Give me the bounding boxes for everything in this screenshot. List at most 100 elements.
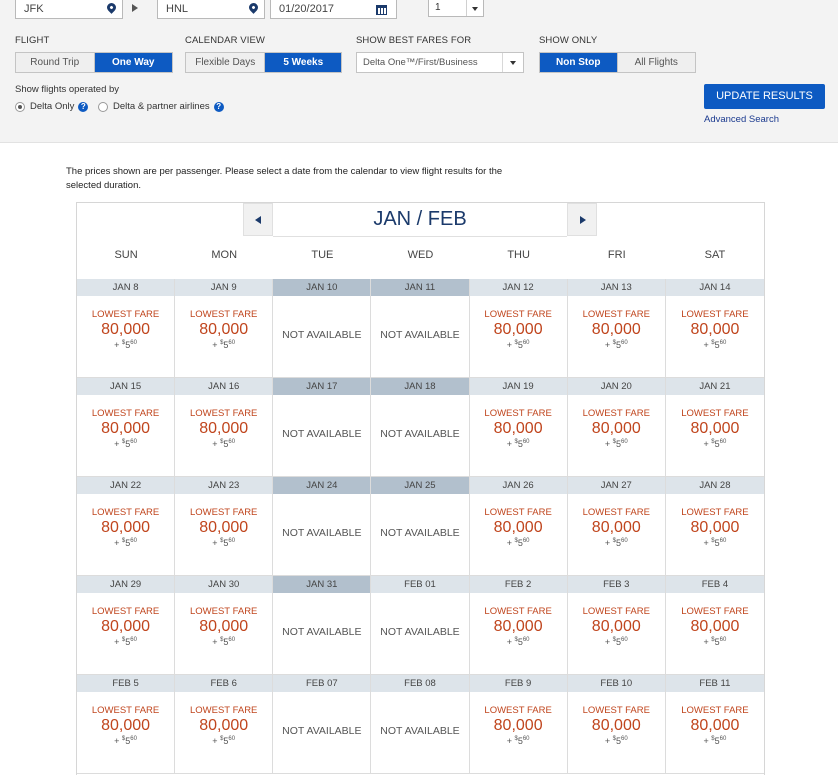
calendar-day-cell[interactable]: JAN 21 LOWEST FARE 80,000 + $560 bbox=[665, 378, 764, 477]
tax-cents: 60 bbox=[719, 439, 727, 445]
tax-cents: 60 bbox=[620, 439, 628, 445]
day-fare-body: LOWEST FARE 80,000 + $560 bbox=[666, 705, 764, 746]
chevron-down-icon bbox=[502, 53, 523, 72]
calendar-day-cell[interactable]: JAN 23 LOWEST FARE 80,000 + $560 bbox=[175, 477, 274, 576]
update-results-button[interactable]: UPDATE RESULTS bbox=[704, 84, 825, 109]
tax-prefix: + bbox=[114, 340, 122, 350]
day-fare-body: LOWEST FARE 80,000 + $560 bbox=[470, 705, 567, 746]
day-fare-body: NOT AVAILABLE bbox=[371, 725, 468, 737]
day-date-label: JAN 12 bbox=[469, 279, 567, 296]
fare-tax: + $560 bbox=[470, 439, 567, 449]
help-icon[interactable]: ? bbox=[78, 101, 89, 112]
day-date-label: JAN 8 bbox=[77, 279, 175, 296]
calendar-day-cell[interactable]: JAN 9 LOWEST FARE 80,000 + $560 bbox=[175, 279, 274, 378]
calendar-day-unavailable: JAN 31 NOT AVAILABLE bbox=[273, 576, 372, 675]
calendar-day-cell[interactable]: FEB 10 LOWEST FARE 80,000 + $560 bbox=[567, 675, 666, 774]
day-date-label: JAN 26 bbox=[469, 477, 567, 494]
show-only-toggle: Non Stop All Flights bbox=[539, 52, 696, 73]
one-way-button[interactable]: One Way bbox=[94, 53, 172, 72]
origin-field[interactable]: JFK bbox=[15, 0, 123, 19]
flexible-days-button[interactable]: Flexible Days bbox=[186, 53, 266, 72]
calendar-day-cell[interactable]: JAN 30 LOWEST FARE 80,000 + $560 bbox=[175, 576, 274, 675]
fare-miles: 80,000 bbox=[101, 321, 151, 338]
calendar-icon[interactable] bbox=[376, 5, 387, 15]
passenger-select[interactable]: 1 bbox=[428, 0, 484, 17]
fare-calendar: JAN / FEB SUN MON TUE WED THU FRI SAT JA… bbox=[76, 202, 765, 775]
tax-prefix: + bbox=[114, 439, 122, 449]
calendar-day-cell[interactable]: FEB 3 LOWEST FARE 80,000 + $560 bbox=[567, 576, 666, 675]
tax-prefix: + bbox=[212, 340, 221, 350]
calendar-day-cell[interactable]: FEB 11 LOWEST FARE 80,000 + $560 bbox=[665, 675, 764, 774]
arrow-right-icon bbox=[132, 4, 138, 12]
tax-prefix: + bbox=[604, 736, 613, 746]
fare-miles: 80,000 bbox=[591, 519, 641, 536]
calendar-day-cell[interactable]: JAN 12 LOWEST FARE 80,000 + $560 bbox=[469, 279, 568, 378]
flight-type-toggle: Round Trip One Way bbox=[15, 52, 173, 73]
day-fare-body: LOWEST FARE 80,000 + $560 bbox=[568, 309, 665, 350]
next-month-icon[interactable] bbox=[567, 203, 597, 236]
lowest-fare-label: LOWEST FARE bbox=[582, 606, 650, 617]
calendar-week-row: JAN 29 LOWEST FARE 80,000 + $560 JAN 30 LOWES… bbox=[77, 576, 764, 675]
tax-cents: 60 bbox=[130, 736, 137, 742]
calendar-day-cell[interactable]: FEB 2 LOWEST FARE 80,000 + $560 bbox=[469, 576, 568, 675]
calendar-day-cell[interactable]: FEB 6 LOWEST FARE 80,000 + $560 bbox=[175, 675, 274, 774]
calendar-day-cell[interactable]: JAN 15 LOWEST FARE 80,000 + $560 bbox=[77, 378, 176, 477]
radio-unselected-icon[interactable] bbox=[98, 101, 108, 112]
calendar-day-cell[interactable]: JAN 22 LOWEST FARE 80,000 + $560 bbox=[77, 477, 176, 576]
day-date-label: FEB 4 bbox=[665, 576, 764, 593]
day-date-label: FEB 08 bbox=[371, 675, 469, 692]
non-stop-button[interactable]: Non Stop bbox=[540, 53, 618, 72]
calendar-day-cell[interactable]: JAN 14 LOWEST FARE 80,000 + $560 bbox=[665, 279, 764, 378]
calendar-day-cell[interactable]: JAN 26 LOWEST FARE 80,000 + $560 bbox=[469, 477, 568, 576]
calendar-week-row: JAN 15 LOWEST FARE 80,000 + $560 JAN 16 LOWES… bbox=[77, 378, 764, 477]
calendar-day-cell[interactable]: JAN 20 LOWEST FARE 80,000 + $560 bbox=[567, 378, 666, 477]
radio-delta-partners-label: Delta & partner airlines bbox=[113, 101, 210, 112]
fare-tax: + $560 bbox=[666, 340, 764, 350]
radio-delta-partners[interactable]: Delta & partner airlines ? bbox=[98, 101, 224, 112]
calendar-day-cell[interactable]: JAN 28 LOWEST FARE 80,000 + $560 bbox=[665, 477, 764, 576]
fare-tax: + $560 bbox=[175, 439, 272, 449]
fare-tax: + $560 bbox=[77, 340, 174, 350]
day-date-label: JAN 31 bbox=[273, 576, 371, 593]
round-trip-button[interactable]: Round Trip bbox=[16, 53, 95, 72]
calendar-day-cell[interactable]: JAN 13 LOWEST FARE 80,000 + $560 bbox=[567, 279, 666, 378]
best-fares-value: Delta One™/First/Business bbox=[363, 57, 478, 68]
calendar-day-cell[interactable]: JAN 8 LOWEST FARE 80,000 + $560 bbox=[77, 279, 176, 378]
calendar-day-cell[interactable]: JAN 16 LOWEST FARE 80,000 + $560 bbox=[175, 378, 274, 477]
calendar-day-cell[interactable]: JAN 27 LOWEST FARE 80,000 + $560 bbox=[567, 477, 666, 576]
calendar-day-cell[interactable]: JAN 19 LOWEST FARE 80,000 + $560 bbox=[469, 378, 568, 477]
calendar-day-cell[interactable]: FEB 5 LOWEST FARE 80,000 + $560 bbox=[77, 675, 176, 774]
radio-delta-only[interactable]: Delta Only ? bbox=[15, 101, 89, 112]
date-field[interactable]: 01/20/2017 bbox=[270, 0, 397, 19]
tax-cents: 60 bbox=[228, 340, 236, 346]
operated-by-label: Show flights operated by bbox=[15, 84, 120, 95]
calendar-day-cell[interactable]: FEB 9 LOWEST FARE 80,000 + $560 bbox=[469, 675, 568, 774]
lowest-fare-label: LOWEST FARE bbox=[681, 606, 749, 617]
tax-cents: 60 bbox=[719, 736, 727, 742]
tax-prefix: + bbox=[604, 439, 613, 449]
fare-miles: 80,000 bbox=[199, 519, 249, 536]
day-date-label: JAN 20 bbox=[567, 378, 665, 395]
radio-selected-icon[interactable] bbox=[15, 101, 25, 112]
day-date-label: JAN 28 bbox=[665, 477, 764, 494]
day-fare-body: LOWEST FARE 80,000 + $560 bbox=[77, 408, 174, 449]
calendar-day-cell[interactable]: JAN 29 LOWEST FARE 80,000 + $560 bbox=[77, 576, 176, 675]
tax-cents: 60 bbox=[522, 637, 530, 643]
five-weeks-button[interactable]: 5 Weeks bbox=[265, 53, 341, 72]
advanced-search-link[interactable]: Advanced Search bbox=[704, 114, 779, 125]
help-icon[interactable]: ? bbox=[213, 101, 224, 112]
day-date-label: JAN 29 bbox=[77, 576, 175, 593]
destination-field[interactable]: HNL bbox=[157, 0, 265, 19]
month-title: JAN / FEB bbox=[273, 203, 567, 237]
previous-month-icon[interactable] bbox=[243, 203, 273, 236]
day-fare-body: LOWEST FARE 80,000 + $560 bbox=[666, 507, 764, 548]
lowest-fare-label: LOWEST FARE bbox=[681, 507, 749, 518]
tax-cents: 60 bbox=[522, 340, 530, 346]
not-available-label: NOT AVAILABLE bbox=[282, 626, 362, 638]
day-date-label: FEB 2 bbox=[469, 576, 567, 593]
best-fares-select[interactable]: Delta One™/First/Business bbox=[356, 52, 524, 73]
all-flights-button[interactable]: All Flights bbox=[617, 53, 695, 72]
day-date-label: JAN 13 bbox=[567, 279, 665, 296]
day-date-label: JAN 23 bbox=[175, 477, 273, 494]
calendar-day-cell[interactable]: FEB 4 LOWEST FARE 80,000 + $560 bbox=[665, 576, 764, 675]
